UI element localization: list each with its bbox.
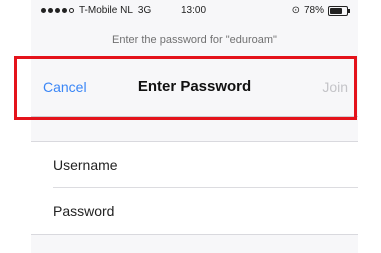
signal-dot xyxy=(48,8,53,13)
battery-percent: 78% xyxy=(303,5,324,16)
cancel-button[interactable]: Cancel xyxy=(43,79,87,95)
credentials-form xyxy=(31,141,358,235)
status-time: 13:00 xyxy=(181,5,207,16)
signal-dot xyxy=(62,8,67,13)
password-prompt: Enter the password for "eduroam" xyxy=(112,34,277,46)
signal-dot xyxy=(55,8,60,13)
status-bar: T-Mobile NL 3G 13:00 ⊙ 78% xyxy=(31,0,358,22)
status-right: ⊙ 78% xyxy=(291,5,350,16)
signal-dot-empty xyxy=(69,8,74,13)
network-type: 3G xyxy=(137,5,152,16)
phone-screen: T-Mobile NL 3G 13:00 ⊙ 78% Enter the pas… xyxy=(31,0,358,253)
orientation-lock-icon: ⊙ xyxy=(291,5,300,16)
carrier-name: T-Mobile NL xyxy=(79,5,133,16)
password-field[interactable] xyxy=(53,200,343,222)
navigation-bar: Cancel Enter Password Join xyxy=(31,58,358,117)
battery-tip xyxy=(348,8,350,13)
username-row xyxy=(31,142,358,188)
signal-dot xyxy=(41,8,46,13)
join-button[interactable]: Join xyxy=(322,79,348,95)
username-field[interactable] xyxy=(53,154,343,176)
status-left: T-Mobile NL 3G xyxy=(41,5,151,16)
battery-icon xyxy=(328,5,350,16)
password-row xyxy=(31,188,358,234)
signal-strength-icon xyxy=(41,8,74,13)
battery-fill xyxy=(330,7,342,14)
